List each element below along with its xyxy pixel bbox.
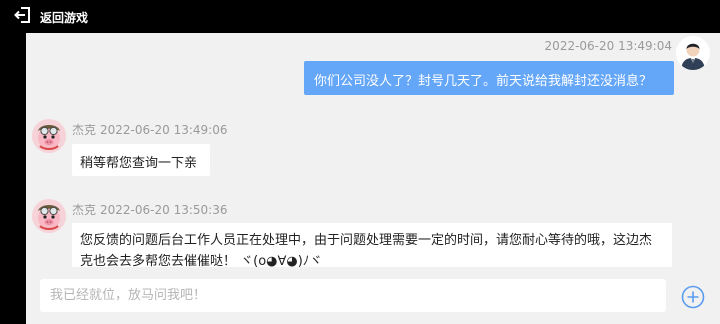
back-label: 返回游戏 bbox=[40, 10, 89, 25]
exit-arrow-icon bbox=[14, 6, 32, 28]
message-timestamp: 2022-06-20 13:50:36 bbox=[100, 203, 228, 217]
message-timestamp: 2022-06-20 13:49:04 bbox=[544, 39, 672, 53]
pig-mascot-avatar bbox=[32, 199, 66, 233]
back-to-game-button[interactable]: 返回游戏 bbox=[14, 6, 89, 28]
incoming-message-bubble: 稍等帮您查询一下亲 bbox=[72, 144, 210, 176]
sender-name: 杰克 bbox=[72, 123, 97, 137]
plus-circle-icon bbox=[681, 285, 705, 313]
message-timestamp: 2022-06-20 13:49:06 bbox=[100, 123, 228, 137]
input-bar bbox=[26, 267, 720, 324]
top-bar: 返回游戏 bbox=[0, 0, 720, 33]
left-edge bbox=[0, 33, 26, 324]
message-meta: 杰克 2022-06-20 13:49:06 bbox=[72, 121, 227, 138]
chat-area[interactable]: 2022-06-20 13:49:04 你们公司没人了？封号几天了。前天说给我解… bbox=[26, 33, 720, 267]
incoming-message-bubble: 您反馈的问题后台工作人员正在处理中，由于问题处理需要一定的时间，请您耐心等待的哦… bbox=[72, 223, 672, 267]
sender-name: 杰克 bbox=[72, 203, 97, 217]
outgoing-message-bubble: 你们公司没人了？封号几天了。前天说给我解封还没消息？ bbox=[304, 61, 674, 95]
message-input[interactable] bbox=[40, 279, 666, 312]
message-meta: 杰克 2022-06-20 13:50:36 bbox=[72, 201, 227, 218]
user-avatar bbox=[676, 36, 710, 70]
pig-mascot-avatar bbox=[32, 119, 66, 153]
add-button[interactable] bbox=[681, 285, 705, 309]
